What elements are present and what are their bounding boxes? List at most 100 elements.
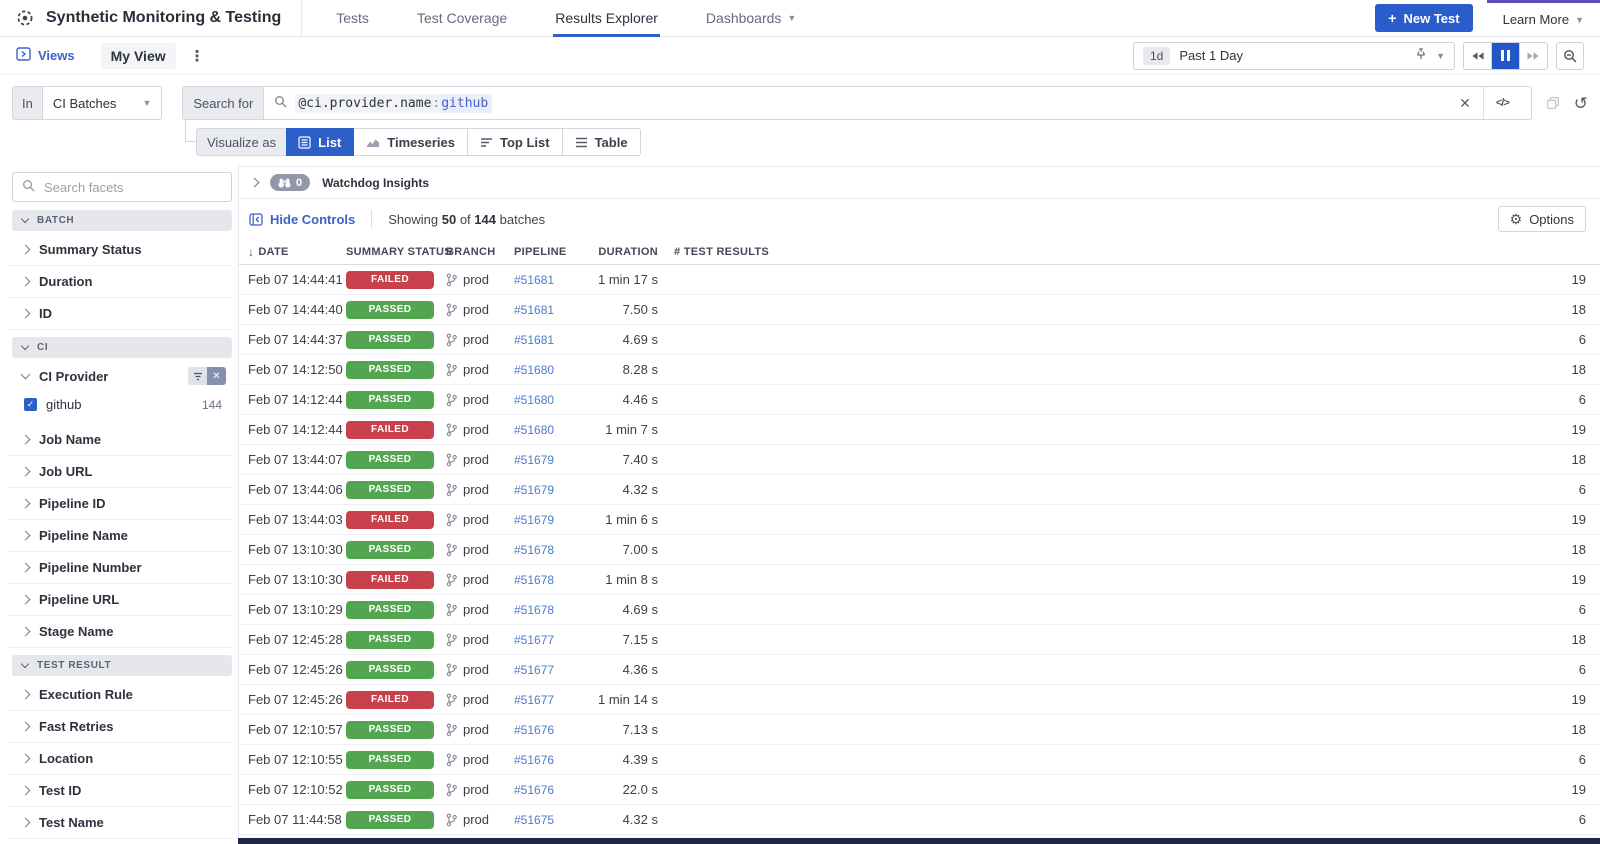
table-row[interactable]: Feb 07 13:44:07PASSEDprod#516797.40 s18 — [239, 445, 1600, 475]
table-row[interactable]: Feb 07 13:10:29PASSEDprod#516784.69 s6 — [239, 595, 1600, 625]
facet-item-pipeline-url[interactable]: Pipeline URL — [8, 584, 232, 616]
visualize-option-list[interactable]: List — [286, 128, 354, 156]
column-header-duration[interactable]: DURATION — [576, 246, 658, 258]
tab-tests[interactable]: Tests — [336, 0, 369, 37]
pin-icon[interactable] — [1415, 48, 1427, 63]
column-header-branch[interactable]: BRANCH — [446, 246, 514, 258]
table-row[interactable]: Feb 07 14:12:44PASSEDprod#516804.46 s6 — [239, 385, 1600, 415]
facet-item-test-name[interactable]: Test Name — [8, 807, 232, 839]
visualize-option-timeseries[interactable]: Timeseries — [354, 128, 468, 156]
facet-search-input[interactable] — [42, 179, 222, 196]
hide-controls-button[interactable]: Hide Controls — [249, 212, 355, 227]
facet-item-test-id[interactable]: Test ID — [8, 775, 232, 807]
pipeline-link[interactable]: #51680 — [514, 423, 554, 437]
column-header-summary-status[interactable]: SUMMARY STATUS — [346, 246, 446, 258]
facet-item-fast-retries[interactable]: Fast Retries — [8, 711, 232, 743]
table-row[interactable]: Feb 07 13:44:03FAILEDprod#516791 min 6 s… — [239, 505, 1600, 535]
pipeline-link[interactable]: #51676 — [514, 753, 554, 767]
table-row[interactable]: Feb 07 11:44:58PASSEDprod#516754.32 s6 — [239, 805, 1600, 835]
pipeline-link[interactable]: #51679 — [514, 483, 554, 497]
learn-more-menu[interactable]: Learn More ▼ — [1487, 0, 1600, 37]
table-row[interactable]: Feb 07 14:12:50PASSEDprod#516808.28 s18 — [239, 355, 1600, 385]
table-row[interactable]: Feb 07 12:45:26PASSEDprod#516774.36 s6 — [239, 655, 1600, 685]
pipeline-link[interactable]: #51678 — [514, 543, 554, 557]
table-row[interactable]: Feb 07 13:10:30PASSEDprod#516787.00 s18 — [239, 535, 1600, 565]
facet-value-github[interactable]: ✓github144 — [8, 391, 232, 418]
facet-item-summary-status[interactable]: Summary Status — [8, 234, 232, 266]
code-view-icon[interactable]: </> — [1483, 87, 1521, 119]
current-view-chip[interactable]: My View — [101, 43, 176, 69]
filter-icon[interactable] — [188, 367, 207, 385]
checkbox-checked[interactable]: ✓ — [24, 398, 37, 411]
forward-button[interactable] — [1519, 43, 1547, 69]
visualize-option-top-list[interactable]: Top List — [468, 128, 563, 156]
column-header-pipeline[interactable]: PIPELINE — [514, 246, 576, 258]
pipeline-link[interactable]: #51677 — [514, 633, 554, 647]
table-row[interactable]: Feb 07 12:45:26FAILEDprod#516771 min 14 … — [239, 685, 1600, 715]
facet-section-batch[interactable]: BATCH — [12, 210, 232, 231]
facet-item-pipeline-id[interactable]: Pipeline ID — [8, 488, 232, 520]
zoom-out-button[interactable] — [1556, 42, 1584, 70]
table-row[interactable]: Feb 07 12:10:57PASSEDprod#516767.13 s18 — [239, 715, 1600, 745]
table-row[interactable]: Feb 07 14:44:40PASSEDprod#516817.50 s18 — [239, 295, 1600, 325]
pipeline-link[interactable]: #51679 — [514, 453, 554, 467]
facet-item-duration[interactable]: Duration — [8, 266, 232, 298]
pipeline-link[interactable]: #51680 — [514, 363, 554, 377]
facet-search-box[interactable] — [12, 172, 232, 202]
facet-section-ci[interactable]: CI — [12, 337, 232, 358]
copy-icon[interactable] — [1546, 96, 1560, 110]
facet-item-pipeline-number[interactable]: Pipeline Number — [8, 552, 232, 584]
pipeline-link[interactable]: #51675 — [514, 813, 554, 827]
view-options-kebab-icon[interactable]: ⋮ — [190, 47, 205, 65]
scope-select[interactable]: CI Batches ▼ — [42, 86, 163, 120]
facet-item-pipeline-name[interactable]: Pipeline Name — [8, 520, 232, 552]
tab-results-explorer[interactable]: Results Explorer — [555, 0, 658, 37]
tab-test-coverage[interactable]: Test Coverage — [417, 0, 507, 37]
options-button[interactable]: ⚙ Options — [1498, 206, 1586, 232]
facet-item-execution-rule[interactable]: Execution Rule — [8, 679, 232, 711]
pipeline-link[interactable]: #51678 — [514, 603, 554, 617]
pipeline-link[interactable]: #51676 — [514, 783, 554, 797]
clear-search-icon[interactable]: ✕ — [1447, 95, 1483, 112]
new-test-button[interactable]: + New Test — [1375, 4, 1472, 32]
facet-item-id[interactable]: ID — [8, 298, 232, 330]
facet-item-stage-name[interactable]: Stage Name — [8, 616, 232, 648]
test-results-count: 6 — [658, 332, 1586, 347]
pipeline-link[interactable]: #51678 — [514, 573, 554, 587]
table-row[interactable]: Feb 07 14:12:44FAILEDprod#516801 min 7 s… — [239, 415, 1600, 445]
table-row[interactable]: Feb 07 12:10:55PASSEDprod#516764.39 s6 — [239, 745, 1600, 775]
views-panel-toggle[interactable]: Views — [16, 47, 75, 64]
restore-history-icon[interactable]: ↺ — [1574, 95, 1588, 112]
pipeline-link[interactable]: #51681 — [514, 303, 554, 317]
facet-item-job-name[interactable]: Job Name — [8, 424, 232, 456]
pipeline-link[interactable]: #51677 — [514, 693, 554, 707]
clear-facet-icon[interactable]: ✕ — [207, 367, 226, 385]
watchdog-insights-row[interactable]: 0 Watchdog Insights — [239, 166, 1600, 199]
table-row[interactable]: Feb 07 12:10:52PASSEDprod#5167622.0 s19 — [239, 775, 1600, 805]
tab-dashboards[interactable]: Dashboards▼ — [706, 0, 796, 37]
pipeline-link[interactable]: #51681 — [514, 273, 554, 287]
table-row[interactable]: Feb 07 12:45:28PASSEDprod#516777.15 s18 — [239, 625, 1600, 655]
pipeline-link[interactable]: #51679 — [514, 513, 554, 527]
pipeline-link[interactable]: #51680 — [514, 393, 554, 407]
facet-item-location[interactable]: Location — [8, 743, 232, 775]
pause-button[interactable] — [1491, 43, 1519, 69]
pipeline-link[interactable]: #51676 — [514, 723, 554, 737]
facet-section-test-result[interactable]: TEST RESULT — [12, 655, 232, 676]
facet-item-ci-provider[interactable]: CI Provider✕ — [8, 361, 232, 391]
column-header-date[interactable]: ↓ DATE — [248, 245, 346, 259]
column-header-test-results[interactable]: # TEST RESULTS — [658, 246, 1586, 258]
search-query-input[interactable]: @ci.provider.name:github ✕ </> — [263, 86, 1531, 120]
chevron-down-icon[interactable]: ▼ — [1436, 51, 1445, 61]
table-row[interactable]: Feb 07 14:44:37PASSEDprod#516814.69 s6 — [239, 325, 1600, 355]
rewind-button[interactable] — [1464, 43, 1491, 69]
table-row[interactable]: Feb 07 14:44:41FAILEDprod#516811 min 17 … — [239, 265, 1600, 295]
facet-item-job-url[interactable]: Job URL — [8, 456, 232, 488]
time-range-selector[interactable]: 1d Past 1 Day ▼ — [1133, 42, 1455, 70]
pipeline-link[interactable]: #51677 — [514, 663, 554, 677]
branch-name: prod — [463, 782, 489, 797]
visualize-option-table[interactable]: Table — [563, 128, 641, 156]
table-row[interactable]: Feb 07 13:44:06PASSEDprod#516794.32 s6 — [239, 475, 1600, 505]
table-row[interactable]: Feb 07 13:10:30FAILEDprod#516781 min 8 s… — [239, 565, 1600, 595]
pipeline-link[interactable]: #51681 — [514, 333, 554, 347]
